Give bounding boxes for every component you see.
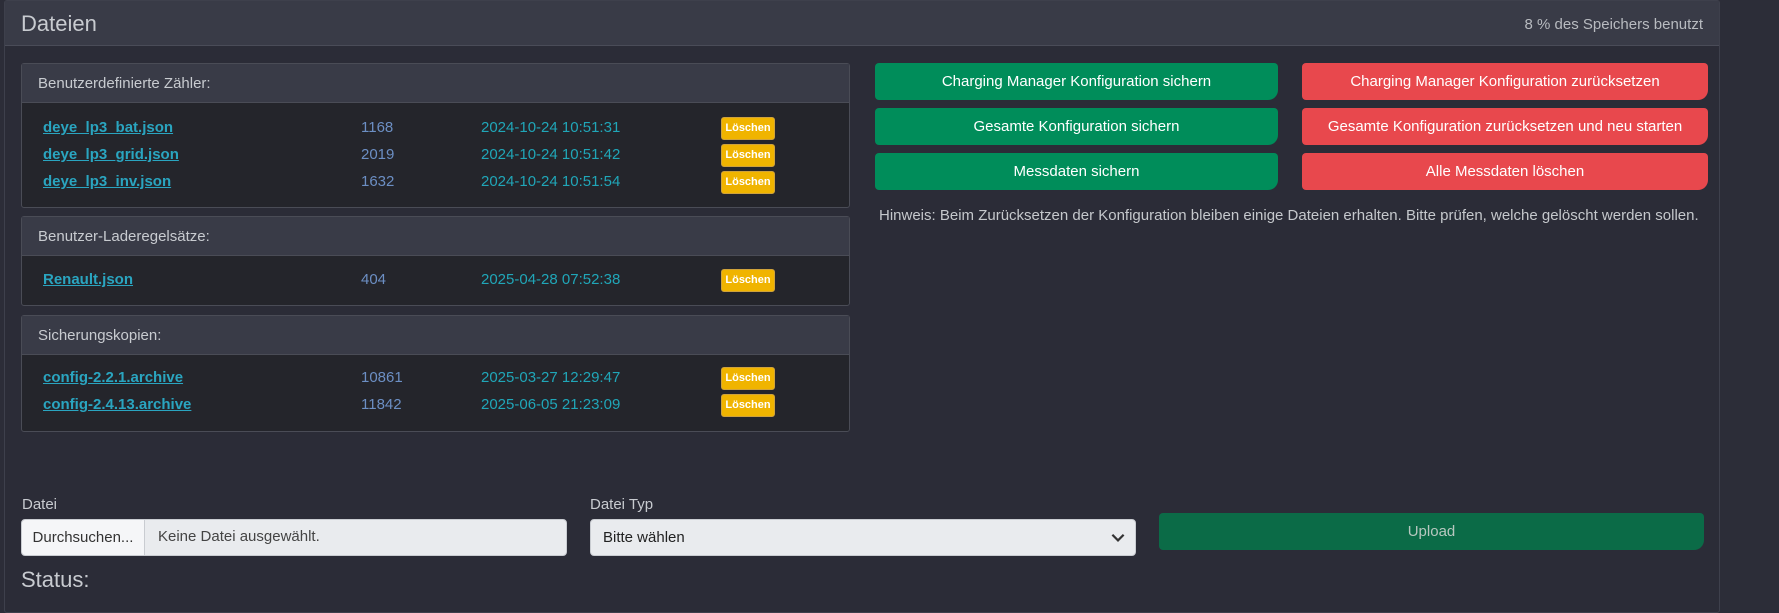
delete-button[interactable]: Löschen <box>721 117 775 140</box>
section-title: Benutzerdefinierte Zähler: <box>22 64 849 103</box>
file-link[interactable]: Renault.json <box>43 271 133 288</box>
file-row: deye_lp3_inv.json 1632 2024-10-24 10:51:… <box>22 171 849 194</box>
file-size: 404 <box>361 271 387 288</box>
panel-header: Dateien 8 % des Speichers benutzt <box>5 1 1719 46</box>
file-size: 10861 <box>361 369 403 386</box>
page-title: Dateien <box>21 11 97 36</box>
file-size: 2019 <box>361 146 395 163</box>
file-size: 1168 <box>361 119 394 136</box>
file-row: Renault.json 404 2025-04-28 07:52:38 Lös… <box>22 269 849 292</box>
files-panel: Dateien 8 % des Speichers benutzt Benutz… <box>4 0 1720 613</box>
storage-usage: 8 % des Speichers benutzt <box>1524 16 1703 33</box>
section-backups: Sicherungskopien: config-2.2.1.archive 1… <box>21 315 850 432</box>
backup-cm-config-button[interactable]: Charging Manager Konfiguration sichern <box>875 63 1278 100</box>
file-size: 11842 <box>361 396 402 413</box>
file-link[interactable]: deye_lp3_bat.json <box>43 119 173 136</box>
file-date: 2025-04-28 07:52:38 <box>481 271 621 288</box>
backup-measurements-button[interactable]: Messdaten sichern <box>875 153 1278 190</box>
file-type-value: Bitte wählen <box>603 529 685 546</box>
delete-button[interactable]: Löschen <box>721 171 775 194</box>
file-date: 2024-10-24 10:51:31 <box>481 119 621 136</box>
file-date: 2024-10-24 10:51:54 <box>481 173 621 190</box>
file-row: config-2.2.1.archive 10861 2025-03-27 12… <box>22 367 849 390</box>
file-link[interactable]: config-2.4.13.archive <box>43 396 191 413</box>
file-link[interactable]: config-2.2.1.archive <box>43 369 183 386</box>
file-row: deye_lp3_grid.json 2019 2024-10-24 10:51… <box>22 144 849 167</box>
file-input[interactable]: Durchsuchen... Keine Datei ausgewählt. <box>21 519 567 556</box>
upload-button[interactable]: Upload <box>1159 513 1704 550</box>
file-type-select[interactable]: Bitte wählen <box>590 519 1136 556</box>
delete-button[interactable]: Löschen <box>721 394 775 417</box>
file-label: Datei <box>22 496 58 513</box>
file-date: 2024-10-24 10:51:42 <box>481 146 621 163</box>
file-type-label: Datei Typ <box>590 496 654 513</box>
delete-button[interactable]: Löschen <box>721 367 775 390</box>
file-date: 2025-03-27 12:29:47 <box>481 369 621 386</box>
reset-hint: Hinweis: Beim Zurücksetzen der Konfigura… <box>879 207 1699 224</box>
section-title: Benutzer-Laderegelsätze: <box>22 217 849 256</box>
section-charge-rules: Benutzer-Laderegelsätze: Renault.json 40… <box>21 216 850 306</box>
file-link[interactable]: deye_lp3_inv.json <box>43 173 171 190</box>
reset-cm-config-button[interactable]: Charging Manager Konfiguration zurückset… <box>1302 63 1708 100</box>
section-custom-meters: Benutzerdefinierte Zähler: deye_lp3_bat.… <box>21 63 850 208</box>
file-status-text: Keine Datei ausgewählt. <box>158 528 320 545</box>
file-date: 2025-06-05 21:23:09 <box>481 396 621 413</box>
file-row: config-2.4.13.archive 11842 2025-06-05 2… <box>22 394 849 417</box>
file-size: 1632 <box>361 173 395 190</box>
chevron-down-icon <box>1111 533 1125 542</box>
browse-button[interactable]: Durchsuchen... <box>22 520 145 555</box>
delete-measurements-button[interactable]: Alle Messdaten löschen <box>1302 153 1708 190</box>
delete-button[interactable]: Löschen <box>721 144 775 167</box>
status-heading: Status: <box>21 567 90 592</box>
file-row: deye_lp3_bat.json 1168 2024-10-24 10:51:… <box>22 117 849 140</box>
file-link[interactable]: deye_lp3_grid.json <box>43 146 179 163</box>
page-margin <box>1720 0 1779 613</box>
delete-button[interactable]: Löschen <box>721 269 775 292</box>
section-title: Sicherungskopien: <box>22 316 849 355</box>
reset-all-config-button[interactable]: Gesamte Konfiguration zurücksetzen und n… <box>1302 108 1708 145</box>
backup-all-config-button[interactable]: Gesamte Konfiguration sichern <box>875 108 1278 145</box>
